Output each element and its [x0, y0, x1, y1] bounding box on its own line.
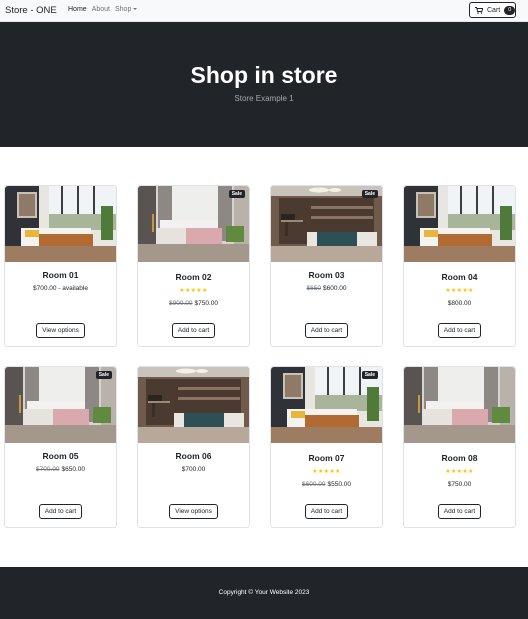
product-price: $750.00	[404, 481, 515, 488]
product-price: $700.00	[138, 466, 249, 473]
nav-link-home[interactable]: Home	[68, 6, 87, 13]
product-price: $700.00 $650.00	[5, 466, 116, 473]
add-to-cart-button[interactable]: Add to cart	[304, 323, 349, 338]
old-price: $900.00	[169, 300, 193, 307]
product-name: Room 06	[175, 451, 212, 461]
product-card: Room 04 ★★★★★ $800.00 Add to cart	[403, 185, 516, 347]
product-card: Room 01 $700.00 - available View options	[4, 185, 117, 347]
product-name: Room 04	[441, 272, 478, 282]
product-actions: Add to cart	[404, 500, 515, 519]
product-name: Room 07	[308, 453, 345, 463]
current-price: $700.00 - available	[33, 285, 88, 292]
rating-stars: ★★★★★	[445, 288, 474, 294]
product-price: $800.00	[404, 300, 515, 307]
sale-badge: Sale	[228, 190, 245, 198]
product-image	[404, 367, 515, 443]
page-title: Shop in store	[190, 62, 338, 88]
view-options-button[interactable]: View options	[36, 323, 85, 338]
brand-link[interactable]: Store - ONE	[5, 5, 57, 16]
product-card: Sale Room 03 $650 $600.00 Add to cart	[270, 185, 383, 347]
product-details: Room 04 ★★★★★ $800.00	[404, 272, 515, 307]
navbar: Store - ONE Home About Shop Cart 0	[0, 0, 528, 22]
product-price: $600.00 $550.00	[271, 481, 382, 488]
sale-badge: Sale	[95, 371, 112, 379]
product-actions: View options	[5, 319, 116, 338]
add-to-cart-button[interactable]: Add to cart	[304, 504, 349, 519]
product-card: Sale Room 05 $700.00 $650.00 Add to cart	[4, 366, 117, 528]
product-price: $700.00 - available	[5, 285, 116, 292]
current-price: $800.00	[447, 300, 472, 307]
cart-icon	[475, 6, 483, 14]
current-price: $750.00	[194, 300, 219, 307]
product-actions: Add to cart	[5, 500, 116, 519]
rating-stars: ★★★★★	[179, 288, 208, 294]
product-details: Room 05 $700.00 $650.00	[5, 451, 116, 473]
product-actions: Add to cart	[404, 319, 515, 338]
product-price: $650 $600.00	[271, 285, 382, 292]
product-name: Room 03	[308, 270, 345, 280]
product-card: Sale Room 02 ★★★★★ $900.00 $750.00 Add to car…	[137, 185, 250, 347]
product-image	[404, 186, 515, 262]
product-name: Room 08	[441, 453, 478, 463]
product-name: Room 05	[42, 451, 79, 461]
page-header: Shop in store Store Example 1	[0, 22, 528, 147]
product-actions: View options	[138, 500, 249, 519]
rating-stars: ★★★★★	[312, 469, 341, 475]
product-card: Room 06 $700.00 View options	[137, 366, 250, 528]
product-actions: Add to cart	[271, 319, 382, 338]
page-subtitle: Store Example 1	[234, 94, 294, 103]
add-to-cart-button[interactable]: Add to cart	[437, 504, 482, 519]
current-price: $650.00	[61, 466, 86, 473]
nav-link-shop-label: Shop	[114, 6, 132, 13]
nav-dropdown-shop[interactable]: Shop	[114, 6, 138, 13]
sale-badge: Sale	[361, 371, 378, 379]
product-details: Room 06 $700.00	[138, 451, 249, 473]
product-details: Room 08 ★★★★★ $750.00	[404, 453, 515, 488]
product-actions: Add to cart	[138, 319, 249, 338]
old-price: $650	[306, 285, 321, 292]
cart-count-badge: 0	[504, 5, 516, 15]
rating-stars: ★★★★★	[445, 469, 474, 475]
add-to-cart-button[interactable]: Add to cart	[437, 323, 482, 338]
add-to-cart-button[interactable]: Add to cart	[171, 323, 216, 338]
current-price: $600.00	[322, 285, 347, 292]
nav-links: Home About Shop	[68, 6, 138, 13]
current-price: $700.00	[181, 466, 206, 473]
product-details: Room 03 $650 $600.00	[271, 270, 382, 292]
product-image	[5, 186, 116, 262]
old-price: $700.00	[36, 466, 60, 473]
footer: Copyright © Your Website 2023	[0, 567, 528, 619]
cart-label: Cart	[487, 6, 501, 14]
copyright-text: Copyright © Your Website 2023	[218, 589, 310, 596]
cart-button[interactable]: Cart 0	[469, 2, 516, 18]
product-name: Room 01	[42, 270, 79, 280]
current-price: $750.00	[447, 481, 472, 488]
product-actions: Add to cart	[271, 500, 382, 519]
product-details: Room 01 $700.00 - available	[5, 270, 116, 292]
product-details: Room 07 ★★★★★ $600.00 $550.00	[271, 453, 382, 488]
old-price: $600.00	[302, 481, 326, 488]
current-price: $550.00	[327, 481, 352, 488]
view-options-button[interactable]: View options	[169, 504, 218, 519]
product-card: Room 08 ★★★★★ $750.00 Add to cart	[403, 366, 516, 528]
add-to-cart-button[interactable]: Add to cart	[38, 504, 83, 519]
product-card: Sale Room 07 ★★★★★ $600.00 $550.00 Add to car…	[270, 366, 383, 528]
product-price: $900.00 $750.00	[138, 300, 249, 307]
product-name: Room 02	[175, 272, 212, 282]
sale-badge: Sale	[361, 190, 378, 198]
nav-link-about[interactable]: About	[92, 6, 110, 13]
product-image	[138, 367, 249, 443]
caret-down-icon	[133, 8, 138, 10]
product-details: Room 02 ★★★★★ $900.00 $750.00	[138, 272, 249, 307]
